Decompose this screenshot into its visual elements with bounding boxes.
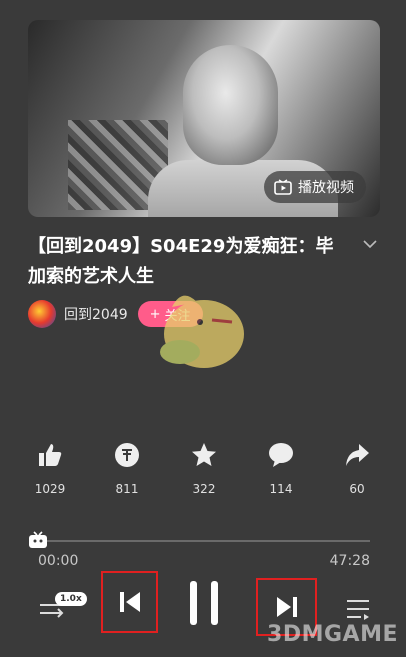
like-button[interactable]: 1029 — [20, 442, 80, 496]
action-bar: 1029 811 322 114 60 — [0, 442, 406, 497]
playlist-button[interactable] — [345, 595, 371, 623]
skip-previous-icon — [119, 592, 140, 612]
cover-portrait — [183, 45, 278, 165]
play-video-label: 播放视频 — [298, 180, 354, 196]
share-count: 60 — [349, 482, 365, 496]
skip-next-icon — [276, 597, 297, 617]
mascot-icon — [160, 295, 244, 368]
favorite-count: 322 — [192, 482, 216, 496]
comment-count: 114 — [269, 482, 293, 496]
current-time: 00:00 — [38, 553, 79, 569]
video-cover[interactable]: 播放视频 — [28, 20, 380, 217]
favorite-button[interactable]: 322 — [174, 442, 234, 496]
playlist-icon — [347, 600, 369, 620]
play-video-button[interactable]: 播放视频 — [264, 171, 366, 203]
previous-button[interactable] — [101, 571, 158, 633]
author-name[interactable]: 回到2049 — [64, 304, 128, 324]
pause-button[interactable] — [186, 579, 222, 627]
author-avatar[interactable] — [28, 300, 56, 328]
star-icon — [192, 443, 216, 466]
watermark: 3DMGAME — [267, 622, 398, 647]
share-button[interactable]: 60 — [327, 442, 387, 496]
chevron-down-icon[interactable] — [362, 238, 378, 250]
tv-icon — [274, 179, 292, 195]
coin-icon — [115, 443, 139, 467]
coin-count: 811 — [115, 482, 139, 496]
pause-icon — [190, 581, 218, 625]
like-count: 1029 — [34, 482, 66, 496]
total-time: 47:28 — [329, 553, 370, 569]
coin-button[interactable]: 811 — [97, 442, 157, 496]
share-icon — [346, 444, 369, 466]
comment-icon — [269, 443, 293, 467]
thumbs-up-icon — [39, 444, 62, 466]
comment-button[interactable]: 114 — [251, 442, 311, 496]
progress-bar[interactable] — [36, 540, 370, 542]
speed-badge[interactable]: 1.0x — [55, 592, 87, 606]
tv-mascot-icon[interactable] — [28, 531, 48, 549]
